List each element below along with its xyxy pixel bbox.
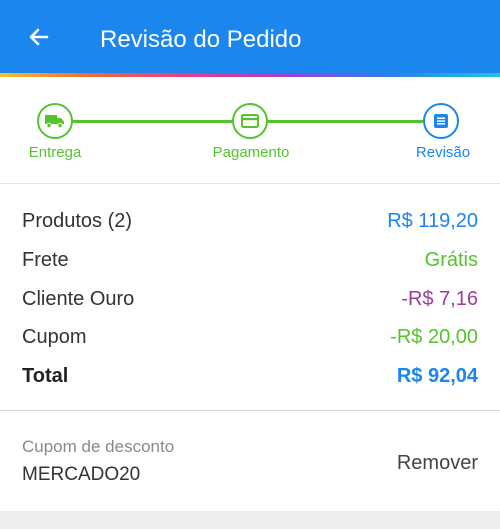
list-document-icon [434,114,448,128]
summary-row-coupon: Cupom -R$ 20,00 [22,324,478,350]
order-summary: Produtos (2) R$ 119,20 Frete Grátis Clie… [0,183,500,410]
step-pagamento[interactable] [232,103,268,139]
summary-row-shipping: Frete Grátis [22,247,478,273]
summary-label: Frete [22,248,69,271]
total-label: Total [22,364,69,387]
step-revisao[interactable] [423,103,459,139]
coupon-section: Cupom de desconto MERCADO20 Remover [0,410,500,511]
checkout-stepper: Entrega Pagamento Revisão [0,77,500,183]
app-bar: Revisão do Pedido [0,0,500,73]
credit-card-icon [241,114,259,128]
summary-row-gold-client: Cliente Ouro -R$ 7,16 [22,286,478,312]
coupon-label: Cupom de desconto [22,437,175,456]
summary-value: -R$ 20,00 [390,325,478,348]
coupon-code: MERCADO20 [22,464,141,485]
step-connector [72,120,232,123]
summary-value: R$ 119,20 [387,209,478,232]
truck-icon [45,115,64,129]
step-label-entrega: Entrega [28,144,82,161]
step-label-revisao: Revisão [415,144,471,161]
arrow-left-icon [29,28,49,46]
step-entrega[interactable] [37,103,73,139]
summary-value: -R$ 7,16 [401,287,478,310]
step-connector [268,120,423,123]
summary-label: Produtos (2) [22,209,133,232]
page-title: Revisão do Pedido [100,26,302,53]
summary-value: Grátis [424,248,478,271]
summary-row-total: Total R$ 92,04 [22,363,478,389]
back-button[interactable] [22,20,56,54]
total-value: R$ 92,04 [396,364,478,387]
summary-label: Cupom [22,325,87,348]
summary-label: Cliente Ouro [22,287,135,310]
summary-row-products: Produtos (2) R$ 119,20 [22,208,478,234]
step-label-pagamento: Pagamento [212,144,290,161]
remove-coupon-button[interactable]: Remover [397,452,478,475]
bottom-spacer [0,511,500,529]
